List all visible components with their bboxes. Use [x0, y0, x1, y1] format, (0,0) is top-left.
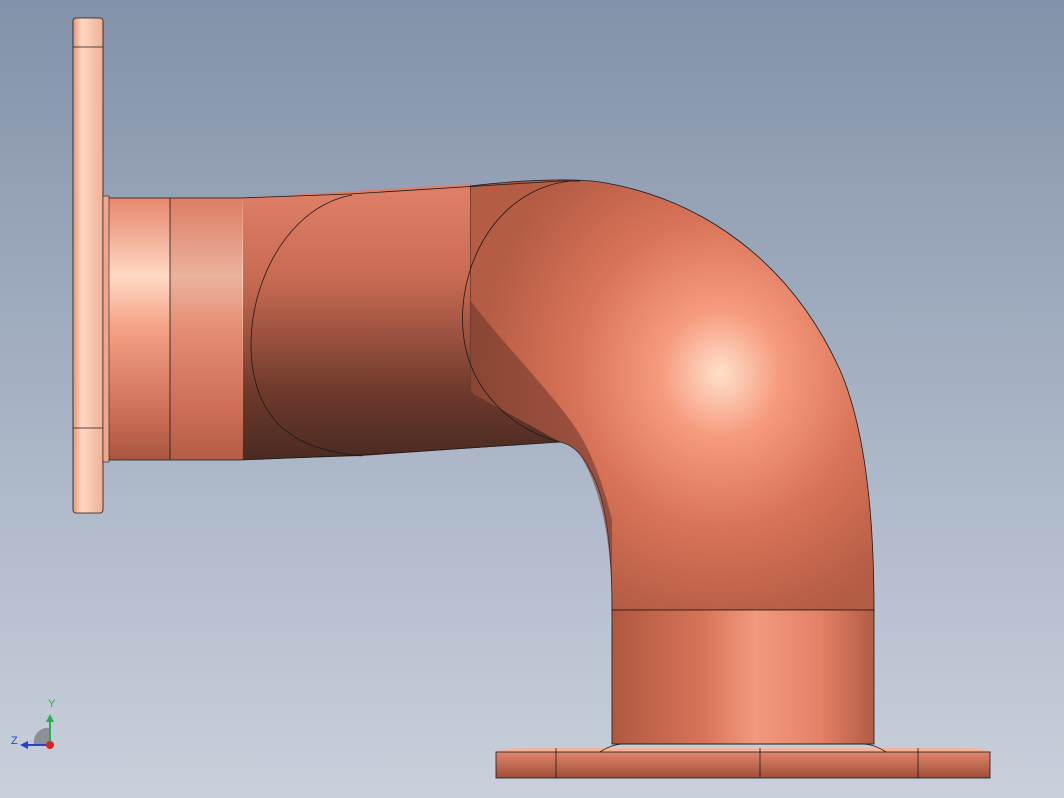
vertical-pipe-stub[interactable] — [611, 609, 875, 745]
bottom-flange[interactable] — [495, 751, 991, 779]
left-pipe-stub-shade — [170, 198, 242, 460]
orientation-triad[interactable]: Y Z — [8, 698, 68, 758]
triad-z-label: Z — [11, 735, 18, 747]
triad-y-arrow — [46, 714, 54, 722]
triad-sphere — [33, 727, 50, 744]
left-flange-neck — [102, 195, 110, 463]
pipe-model[interactable] — [0, 0, 1064, 798]
triad-y-label: Y — [48, 698, 56, 710]
left-flange[interactable] — [72, 17, 104, 514]
triad-z-arrow — [20, 741, 28, 749]
triad-x-axis — [46, 741, 54, 749]
bottom-flange-top — [496, 748, 990, 752]
graphics-viewport[interactable]: Y Z — [0, 0, 1064, 798]
